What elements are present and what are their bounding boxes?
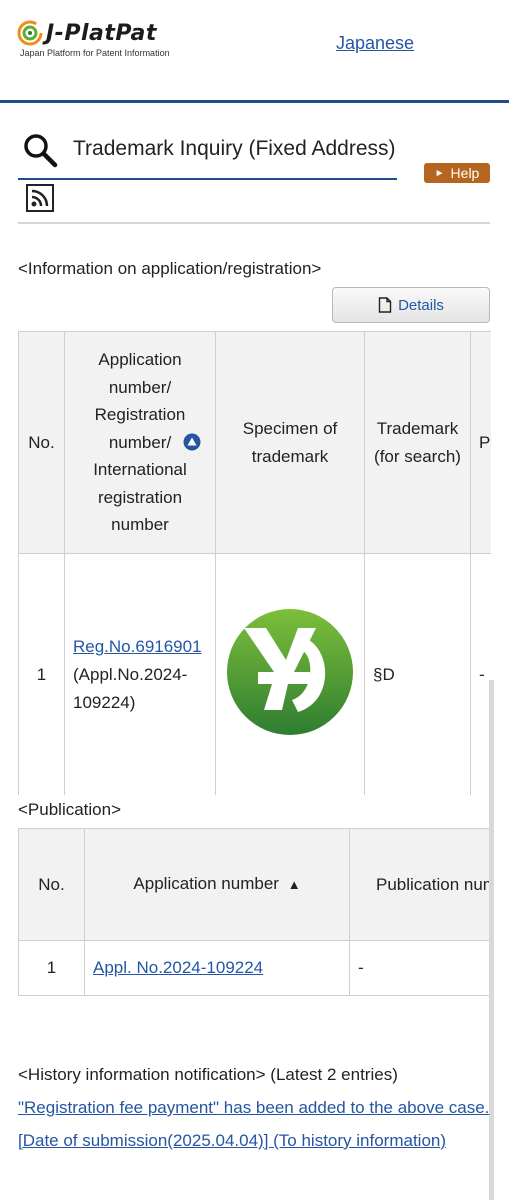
logo-subtitle: Japan Platform for Patent Information <box>20 48 170 58</box>
history-heading: <History information notification> <box>18 1065 266 1084</box>
column-header-no: No. <box>18 828 85 941</box>
rss-icon <box>31 189 49 207</box>
column-header-no: No. <box>18 331 65 554</box>
search-icon <box>24 134 58 168</box>
registration-number-link[interactable]: Reg.No.6916901 <box>73 637 202 656</box>
column-header-application-number[interactable]: Application number/ Registration number/… <box>64 331 216 554</box>
help-button[interactable]: ► Help <box>424 163 490 183</box>
jplatpat-logo[interactable]: J-PlatPat Japan Platform for Patent Info… <box>17 20 170 58</box>
column-header-application-number[interactable]: Application number ▲ <box>84 828 350 941</box>
page-title: Trademark Inquiry (Fixed Address) <box>73 137 396 160</box>
sort-ascending-icon[interactable]: ▲ <box>288 877 301 892</box>
sort-ascending-icon[interactable] <box>183 433 201 451</box>
details-button-label: Details <box>398 296 444 314</box>
row-number: 1 <box>18 940 85 996</box>
publication-heading: <Publication> <box>18 800 122 819</box>
history-count: (Latest 2 entries) <box>270 1065 398 1084</box>
specimen-cell <box>215 553 365 795</box>
page-header: J-PlatPat Japan Platform for Patent Info… <box>0 0 509 103</box>
rss-feed-icon[interactable] <box>26 184 54 212</box>
column-header-trademark-search: Trademark (for search) <box>364 331 471 554</box>
application-number-link[interactable]: Appl. No.2024-109224 <box>93 958 263 977</box>
trademark-search-cell: §D <box>364 553 471 795</box>
page-title-bar: Trademark Inquiry (Fixed Address) <box>18 128 397 180</box>
play-icon: ► <box>434 167 445 179</box>
application-number-cell: Appl. No.2024-109224 <box>84 940 350 996</box>
column-header-partial: P <box>470 331 491 554</box>
application-info-table: No. Application number/ Registration num… <box>18 331 491 795</box>
publication-number-cell: - <box>349 940 491 996</box>
history-link[interactable]: "Registration fee payment" has been adde… <box>18 1098 489 1150</box>
column-header-specimen: Specimen of trademark <box>215 331 365 554</box>
application-number-cell: Reg.No.6916901 (Appl.No.2024-109224) <box>64 553 216 795</box>
table-header-row: No. Application number/ Registration num… <box>18 331 491 554</box>
logo-text: J-PlatPat <box>46 20 157 46</box>
column-header-application-number-label: Application number/ Registration number/… <box>93 350 187 535</box>
logo-swirl-icon <box>17 20 43 46</box>
table-header-row: No. Application number ▲ Publication num… <box>18 828 491 941</box>
publication-table: No. Application number ▲ Publication num… <box>18 828 491 996</box>
divider <box>18 222 490 224</box>
application-info-heading: <Information on application/registration… <box>18 259 322 278</box>
details-button[interactable]: Details <box>332 287 490 323</box>
help-button-label: Help <box>450 165 480 181</box>
table-row: 1 Reg.No.6916901 (Appl.No.2024-109224) §… <box>18 553 491 795</box>
column-header-publication-number: Publication number of examined applicati… <box>349 828 491 941</box>
trademark-specimen-image <box>227 609 353 735</box>
row-number: 1 <box>18 553 65 795</box>
document-icon <box>378 297 392 313</box>
partial-cell: - <box>470 553 491 795</box>
history-notification: <History information notification> (Late… <box>18 1058 490 1157</box>
table-row: 1 Appl. No.2024-109224 - <box>18 940 491 996</box>
application-number-text: (Appl.No.2024-109224) <box>73 664 188 712</box>
japanese-language-link[interactable]: Japanese <box>336 33 414 54</box>
column-header-application-number-label: Application number <box>133 874 279 894</box>
